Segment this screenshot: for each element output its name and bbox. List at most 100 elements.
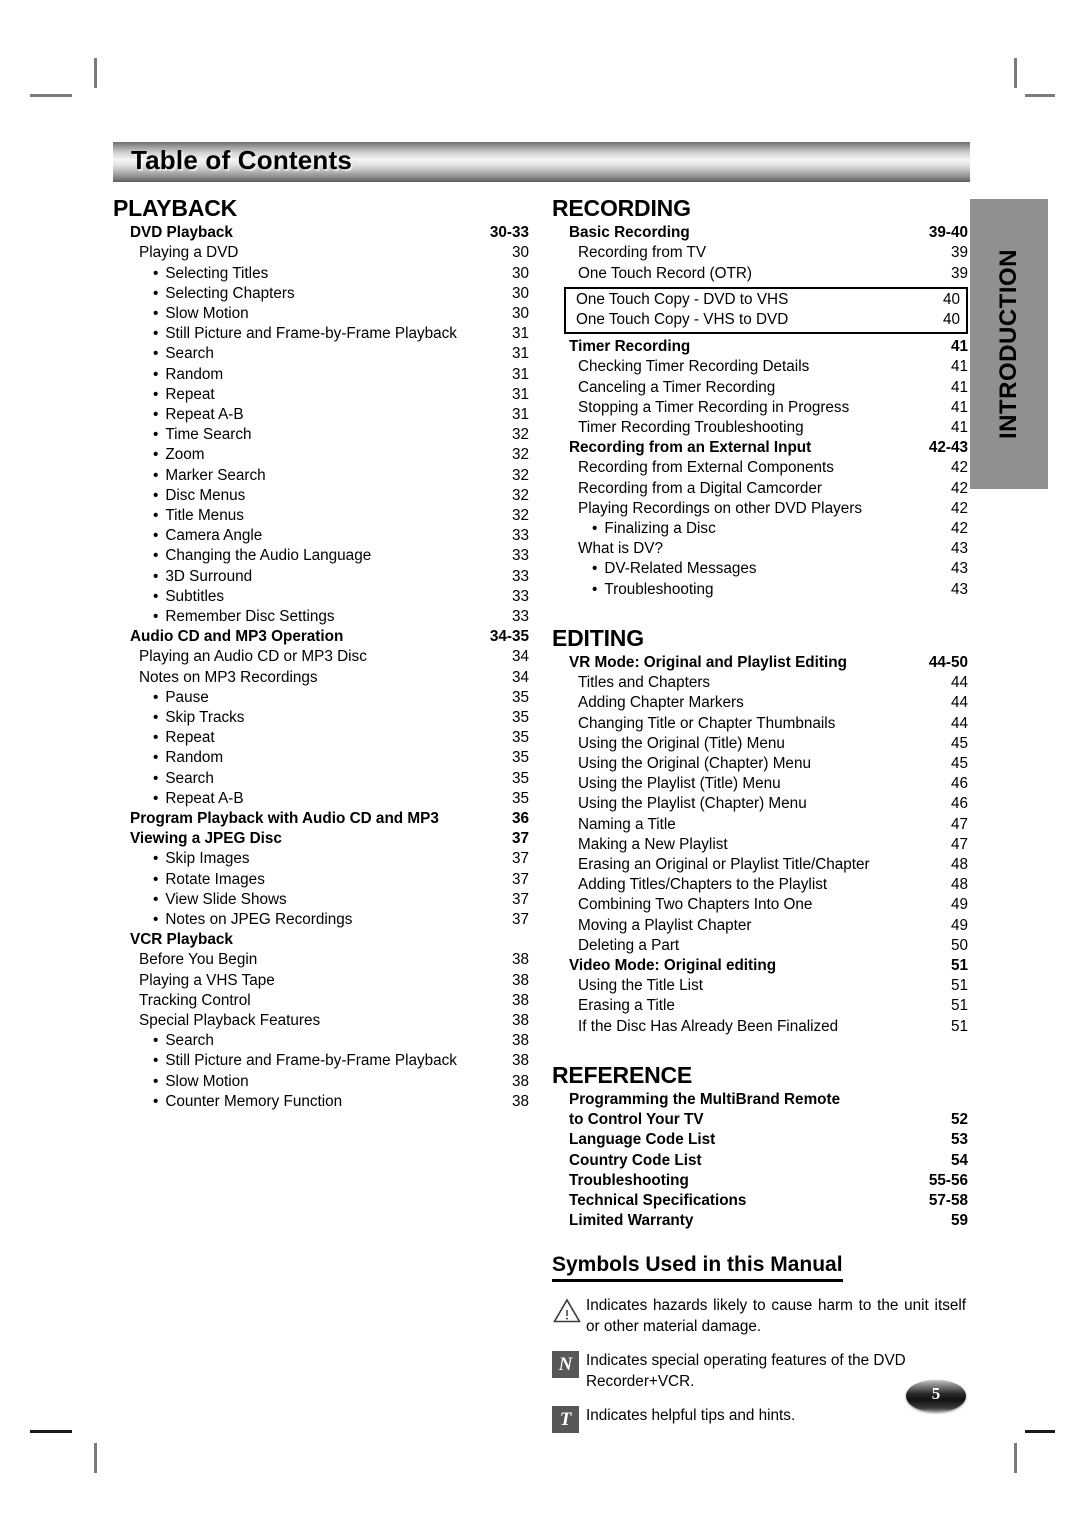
toc-entry[interactable]: One Touch Copy - DVD to VHS 40 [576, 290, 960, 310]
toc-entry-page: 43 [950, 580, 968, 598]
toc-entry[interactable]: Counter Memory Function 38 [153, 1092, 529, 1112]
toc-entry[interactable]: Camera Angle 33 [153, 526, 529, 546]
toc-entry-page: 35 [511, 769, 529, 787]
toc-entry[interactable]: Timer Recording Troubleshooting 41 [578, 418, 968, 438]
page-canvas: Table of Contents INTRODUCTION PLAYBACK … [0, 0, 1080, 1528]
toc-entry[interactable]: Canceling a Timer Recording 41 [578, 378, 968, 398]
toc-entry[interactable]: What is DV? 43 [578, 539, 968, 559]
toc-entry-label: Notes on MP3 Recordings [139, 668, 318, 686]
toc-entry[interactable]: Changing Title or Chapter Thumbnails 44 [578, 714, 968, 734]
toc-entry[interactable]: Slow Motion 30 [153, 304, 529, 324]
toc-entry[interactable]: Zoom 32 [153, 445, 529, 465]
toc-entry[interactable]: Naming a Title 47 [578, 815, 968, 835]
toc-entry[interactable]: Playing Recordings on other DVD Players 4… [578, 499, 968, 519]
toc-entry[interactable]: Before You Begin 38 [139, 950, 529, 970]
toc-entry[interactable]: Erasing a Title 51 [578, 996, 968, 1016]
toc-entry-label: Changing the Audio Language [153, 546, 371, 566]
toc-entry[interactable]: One Touch Copy - VHS to DVD 40 [576, 310, 960, 330]
toc-entry[interactable]: Tracking Control 38 [139, 991, 529, 1011]
toc-entry[interactable]: Special Playback Features 38 [139, 1011, 529, 1031]
toc-entry[interactable]: Basic Recording 39-40 [569, 223, 968, 243]
toc-entry[interactable]: Notes on MP3 Recordings 34 [139, 668, 529, 688]
toc-leader-dots [852, 413, 949, 415]
toc-entry-page: 50 [950, 936, 968, 954]
toc-entry[interactable]: Recording from an External Input 42-43 [569, 438, 968, 458]
toc-entry[interactable]: Skip Images 37 [153, 849, 529, 869]
toc-entry[interactable]: Repeat A-B 31 [153, 405, 529, 425]
toc-entry[interactable]: Search 38 [153, 1031, 529, 1051]
toc-entry[interactable]: Titles and Chapters 44 [578, 673, 968, 693]
toc-entry[interactable]: Repeat 31 [153, 385, 529, 405]
toc-entry[interactable]: to Control Your TV 52 [569, 1110, 968, 1130]
toc-entry[interactable]: Recording from a Digital Camcorder 42 [578, 479, 968, 499]
toc-entry[interactable]: Combining Two Chapters Into One 49 [578, 895, 968, 915]
toc-entry[interactable]: Moving a Playlist Chapter 49 [578, 916, 968, 936]
toc-entry[interactable]: Checking Timer Recording Details 41 [578, 357, 968, 377]
toc-entry[interactable]: Marker Search 32 [153, 466, 529, 486]
toc-entry[interactable]: Using the Original (Chapter) Menu 45 [578, 754, 968, 774]
toc-entry-label: Timer Recording [569, 338, 691, 356]
toc-entry[interactable]: DV-Related Messages 43 [592, 559, 968, 579]
toc-entry[interactable]: Adding Chapter Markers 44 [578, 693, 968, 713]
toc-entry[interactable]: Changing the Audio Language 33 [153, 546, 529, 566]
toc-entry[interactable]: VCR Playback [130, 930, 529, 950]
toc-entry[interactable]: If the Disc Has Already Been Finalized 51 [578, 1017, 968, 1037]
toc-entry[interactable]: Adding Titles/Chapters to the Playlist 48 [578, 875, 968, 895]
toc-entry[interactable]: Title Menus 32 [153, 506, 529, 526]
toc-entry[interactable]: Random 31 [153, 365, 529, 385]
toc-entry[interactable]: Video Mode: Original editing 51 [569, 956, 968, 976]
toc-leader-dots [255, 582, 510, 584]
toc-entry[interactable]: 3D Surround 33 [153, 567, 529, 587]
toc-entry-label: Using the Title List [578, 977, 703, 995]
toc-entry[interactable]: Time Search 32 [153, 425, 529, 445]
toc-entry[interactable]: Notes on JPEG Recordings 37 [153, 910, 529, 930]
toc-entry[interactable]: Language Code List 53 [569, 1130, 968, 1150]
toc-entry[interactable]: Recording from TV 39 [578, 243, 968, 263]
toc-entry[interactable]: Disc Menus 32 [153, 486, 529, 506]
toc-entry[interactable]: Selecting Titles 30 [153, 264, 529, 284]
toc-entry[interactable]: Using the Playlist (Title) Menu 46 [578, 774, 968, 794]
toc-entry[interactable]: Search 35 [153, 769, 529, 789]
toc-entry[interactable]: Slow Motion 38 [153, 1072, 529, 1092]
toc-entry[interactable]: Using the Title List 51 [578, 976, 968, 996]
toc-entry[interactable]: Deleting a Part 50 [578, 936, 968, 956]
toc-entry[interactable]: Technical Specifications 57-58 [569, 1191, 968, 1211]
toc-entry[interactable]: Recording from External Components 42 [578, 458, 968, 478]
toc-entry[interactable]: Programming the MultiBrand Remote [569, 1090, 968, 1110]
toc-entry[interactable]: Playing a DVD 30 [139, 243, 529, 263]
toc-entry[interactable]: Repeat A-B 35 [153, 789, 529, 809]
toc-entry[interactable]: Pause 35 [153, 688, 529, 708]
toc-entry[interactable]: Timer Recording 41 [569, 337, 968, 357]
toc-leader-dots [241, 259, 510, 261]
toc-entry[interactable]: Using the Playlist (Chapter) Menu 46 [578, 794, 968, 814]
toc-entry[interactable]: View Slide Shows 37 [153, 890, 529, 910]
toc-entry[interactable]: Playing a VHS Tape 38 [139, 971, 529, 991]
toc-leader-dots [246, 805, 510, 807]
toc-entry[interactable]: Repeat 35 [153, 728, 529, 748]
toc-entry[interactable]: Selecting Chapters 30 [153, 284, 529, 304]
toc-entry[interactable]: Remember Disc Settings 33 [153, 607, 529, 627]
toc-entry[interactable]: Making a New Playlist 47 [578, 835, 968, 855]
toc-entry[interactable]: Still Picture and Frame-by-Frame Playbac… [153, 324, 529, 344]
toc-entry[interactable]: Viewing a JPEG Disc 37 [130, 829, 529, 849]
toc-entry[interactable]: Rotate Images 37 [153, 870, 529, 890]
toc-entry[interactable]: Country Code List 54 [569, 1151, 968, 1171]
toc-entry[interactable]: One Touch Record (OTR) 39 [578, 264, 968, 284]
toc-entry[interactable]: Troubleshooting 55-56 [569, 1171, 968, 1191]
toc-entry[interactable]: Limited Warranty 59 [569, 1211, 968, 1231]
toc-entry[interactable]: Audio CD and MP3 Operation 34-35 [130, 627, 529, 647]
toc-entry[interactable]: Program Playback with Audio CD and MP3 36 [130, 809, 529, 829]
toc-entry[interactable]: Stopping a Timer Recording in Progress 41 [578, 398, 968, 418]
toc-entry[interactable]: Random 35 [153, 748, 529, 768]
toc-entry[interactable]: Using the Original (Title) Menu 45 [578, 734, 968, 754]
toc-entry[interactable]: Erasing an Original or Playlist Title/Ch… [578, 855, 968, 875]
toc-entry[interactable]: DVD Playback 30-33 [130, 223, 529, 243]
toc-entry[interactable]: Troubleshooting 43 [592, 580, 968, 600]
toc-entry[interactable]: Search 31 [153, 344, 529, 364]
toc-entry[interactable]: Finalizing a Disc 42 [592, 519, 968, 539]
toc-entry[interactable]: Skip Tracks 35 [153, 708, 529, 728]
toc-entry[interactable]: Subtitles 33 [153, 587, 529, 607]
toc-entry[interactable]: Still Picture and Frame-by-Frame Playbac… [153, 1051, 529, 1071]
toc-entry[interactable]: Playing an Audio CD or MP3 Disc 34 [139, 647, 529, 667]
toc-entry[interactable]: VR Mode: Original and Playlist Editing 44… [569, 653, 968, 673]
